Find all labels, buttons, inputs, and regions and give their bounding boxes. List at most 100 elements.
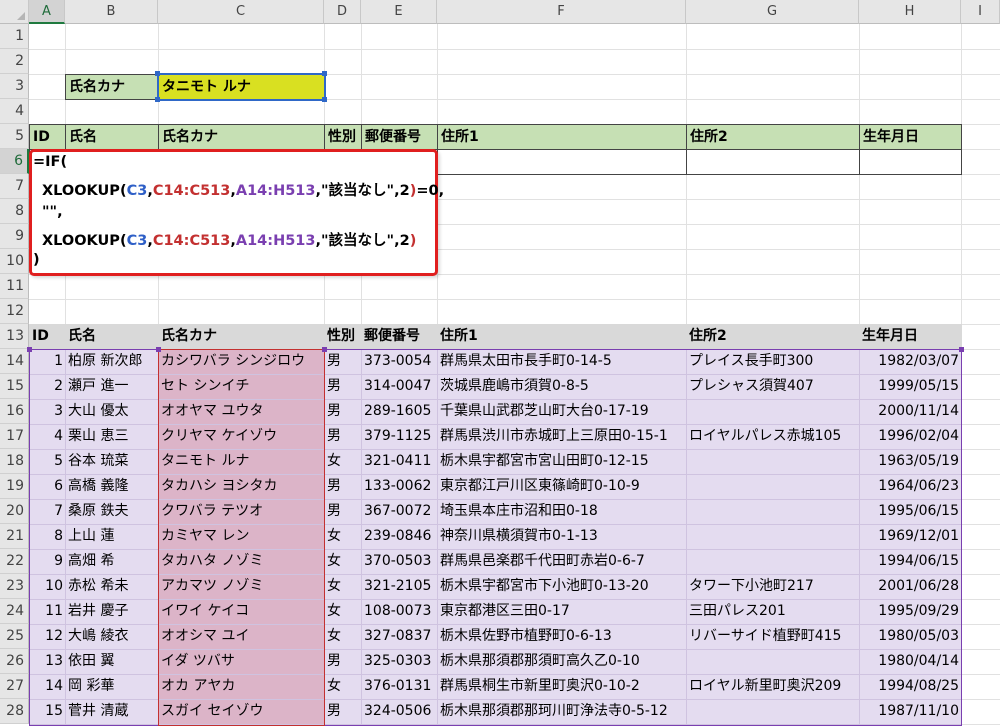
table-cell[interactable]: 菅井 清蔵 [65,699,159,725]
table-cell[interactable]: 女 [324,549,362,575]
table-cell[interactable]: 女 [324,574,362,600]
table-cell[interactable]: 1987/11/10 [859,699,962,725]
table-cell[interactable]: 神奈川県横須賀市0-1-13 [437,524,687,550]
row-header-17[interactable]: 17 [0,424,29,449]
table-cell[interactable]: 1980/05/03 [859,624,962,650]
table-cell[interactable]: 男 [324,649,362,675]
table-cell[interactable]: 321-0411 [361,449,438,475]
result-cell-7[interactable] [686,149,860,175]
selection-handle[interactable] [155,97,160,102]
table-cell[interactable]: アカマツ ノゾミ [158,574,325,600]
row-header-21[interactable]: 21 [0,524,29,549]
table-cell[interactable]: 瀬戸 進一 [65,374,159,400]
table-cell[interactable]: 1982/03/07 [859,349,962,375]
table-cell[interactable]: カシワバラ シンジロウ [158,349,325,375]
table-cell[interactable]: 男 [324,424,362,450]
table-cell[interactable]: 高橋 義隆 [65,474,159,500]
table-cell[interactable]: 8 [29,524,66,550]
table-cell[interactable]: 13 [29,649,66,675]
row-header-22[interactable]: 22 [0,549,29,574]
table-cell[interactable]: 6 [29,474,66,500]
row-header-27[interactable]: 27 [0,674,29,699]
table-cell[interactable]: クワバラ テツオ [158,499,325,525]
table-cell[interactable]: 依田 翼 [65,649,159,675]
table-cell[interactable]: 2000/11/14 [859,399,962,425]
table-cell[interactable]: 桑原 鉄夫 [65,499,159,525]
row-header-1[interactable]: 1 [0,24,29,49]
table-cell[interactable]: 男 [324,499,362,525]
table-cell[interactable]: 1963/05/19 [859,449,962,475]
table-cell[interactable]: 男 [324,399,362,425]
row-header-20[interactable]: 20 [0,499,29,524]
row-header-14[interactable]: 14 [0,349,29,374]
table-cell[interactable]: 埼玉県本庄市沼和田0-18 [437,499,687,525]
table-cell[interactable]: イワイ ケイコ [158,599,325,625]
table-cell[interactable]: 373-0054 [361,349,438,375]
table-cell[interactable]: 9 [29,549,66,575]
range-handle[interactable] [27,347,32,352]
column-header-c[interactable]: C [158,0,324,24]
table-cell[interactable]: 370-0503 [361,549,438,575]
table-cell[interactable]: 栃木県宇都宮市下小池町0-13-20 [437,574,687,600]
result-cell-8[interactable] [859,149,962,175]
table-cell[interactable]: 女 [324,599,362,625]
table-cell[interactable]: 大嶋 綾衣 [65,624,159,650]
table-cell[interactable]: 岡 彩華 [65,674,159,700]
table-cell[interactable]: オオシマ ユイ [158,624,325,650]
table-cell[interactable]: 男 [324,349,362,375]
row-header-23[interactable]: 23 [0,574,29,599]
table-cell[interactable]: プレシャス須賀407 [686,374,860,400]
table-cell[interactable]: 谷本 琉菜 [65,449,159,475]
table-cell[interactable]: 1980/04/14 [859,649,962,675]
table-cell[interactable]: スガイ セイゾウ [158,699,325,725]
table-cell[interactable]: 108-0073 [361,599,438,625]
table-cell[interactable]: 376-0131 [361,674,438,700]
table-cell[interactable]: 三田パレス201 [686,599,860,625]
column-header-f[interactable]: F [437,0,686,24]
row-header-7[interactable]: 7 [0,174,29,199]
table-cell[interactable]: 324-0506 [361,699,438,725]
table-cell[interactable]: 321-2105 [361,574,438,600]
table-cell[interactable]: 4 [29,424,66,450]
range-handle[interactable] [322,347,327,352]
selection-handle[interactable] [155,71,160,76]
table-cell[interactable]: セト シンイチ [158,374,325,400]
table-cell[interactable]: 男 [324,474,362,500]
table-cell[interactable]: クリヤマ ケイゾウ [158,424,325,450]
table-cell[interactable] [686,549,860,575]
table-cell[interactable]: 女 [324,674,362,700]
table-cell[interactable]: 赤松 希未 [65,574,159,600]
table-cell[interactable]: 群馬県邑楽郡千代田町赤岩0-6-7 [437,549,687,575]
table-cell[interactable]: 133-0062 [361,474,438,500]
table-cell[interactable]: オオヤマ ユウタ [158,399,325,425]
table-cell[interactable]: 1969/12/01 [859,524,962,550]
selection-handle[interactable] [322,97,327,102]
table-cell[interactable]: 栃木県宇都宮市宮山田町0-12-15 [437,449,687,475]
table-cell[interactable]: 367-0072 [361,499,438,525]
table-cell[interactable]: 1995/09/29 [859,599,962,625]
row-header-3[interactable]: 3 [0,74,29,99]
row-header-15[interactable]: 15 [0,374,29,399]
table-cell[interactable]: 3 [29,399,66,425]
table-cell[interactable]: 栃木県佐野市植野町0-6-13 [437,624,687,650]
table-cell[interactable] [686,524,860,550]
result-cell-6[interactable] [437,149,687,175]
table-cell[interactable]: 14 [29,674,66,700]
row-header-13[interactable]: 13 [0,324,29,349]
table-cell[interactable]: 男 [324,374,362,400]
table-cell[interactable]: 東京都港区三田0-17 [437,599,687,625]
row-header-9[interactable]: 9 [0,224,29,249]
table-cell[interactable]: 327-0837 [361,624,438,650]
table-cell[interactable]: 群馬県渋川市赤城町上三原田0-15-1 [437,424,687,450]
table-cell[interactable]: イダ ツバサ [158,649,325,675]
table-cell[interactable]: 女 [324,624,362,650]
table-cell[interactable]: 2001/06/28 [859,574,962,600]
table-cell[interactable]: タカハタ ノゾミ [158,549,325,575]
row-header-11[interactable]: 11 [0,274,29,299]
table-cell[interactable]: 1995/06/15 [859,499,962,525]
table-cell[interactable]: 325-0303 [361,649,438,675]
table-cell[interactable]: 1994/06/15 [859,549,962,575]
table-cell[interactable]: 1994/08/25 [859,674,962,700]
row-header-4[interactable]: 4 [0,99,29,124]
table-cell[interactable]: 上山 蓮 [65,524,159,550]
